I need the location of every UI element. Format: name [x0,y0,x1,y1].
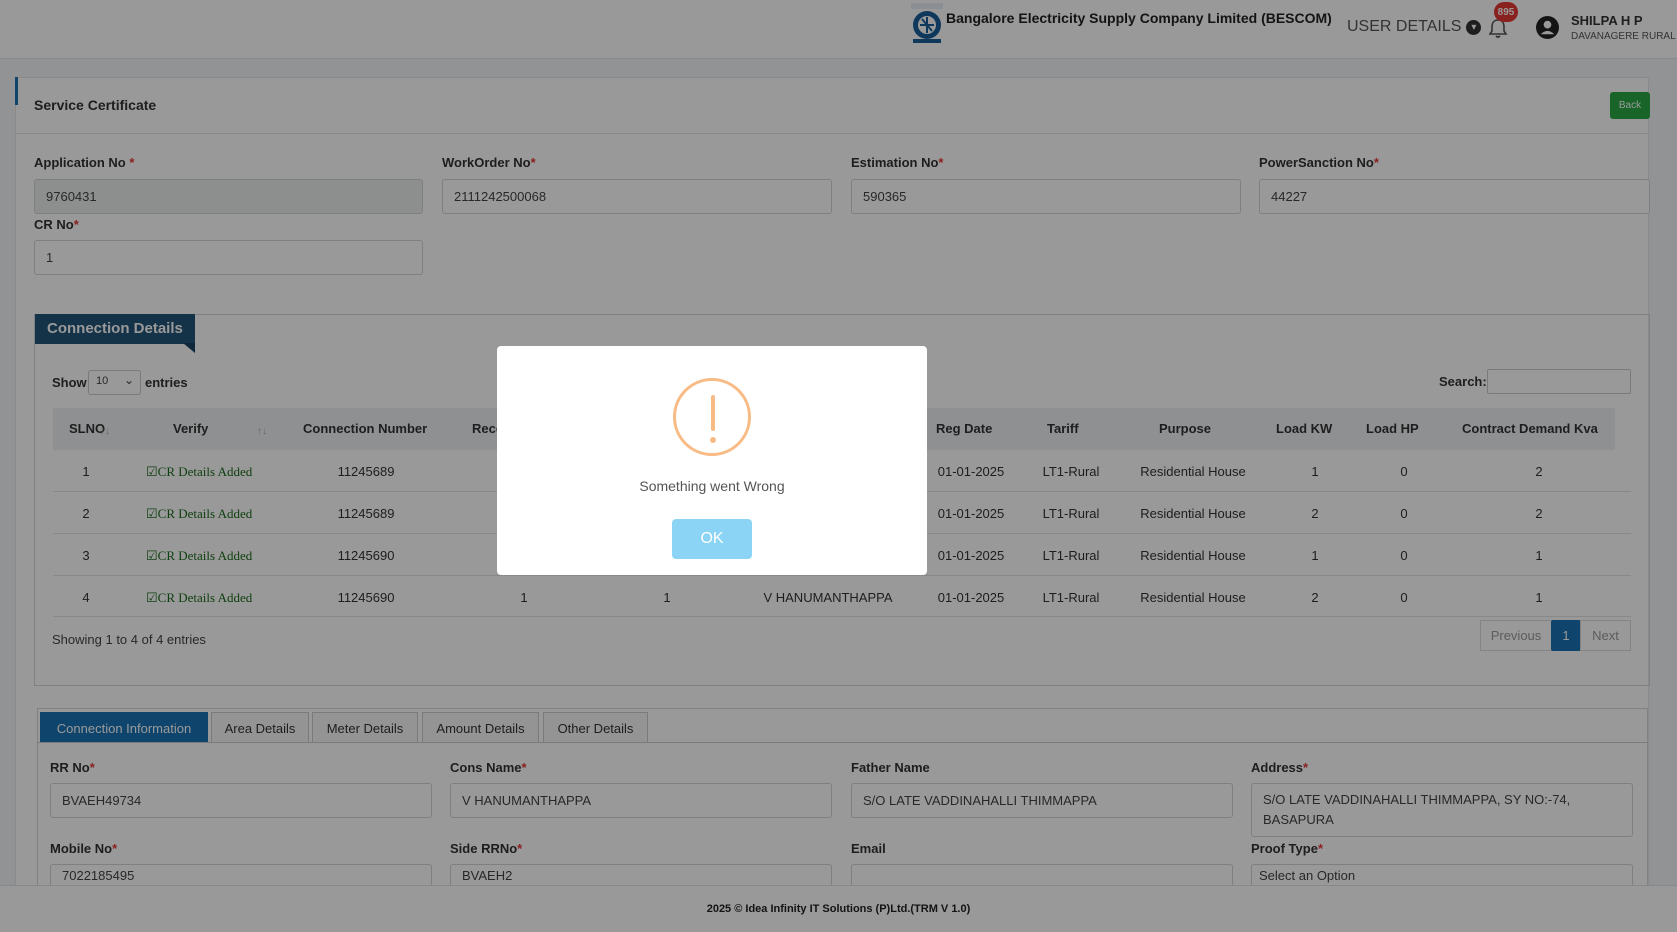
ok-button[interactable]: OK [672,519,752,559]
alert-message: Something went Wrong [639,478,785,494]
alert-dialog: Something went Wrong OK [497,346,927,575]
warning-icon [673,378,751,456]
